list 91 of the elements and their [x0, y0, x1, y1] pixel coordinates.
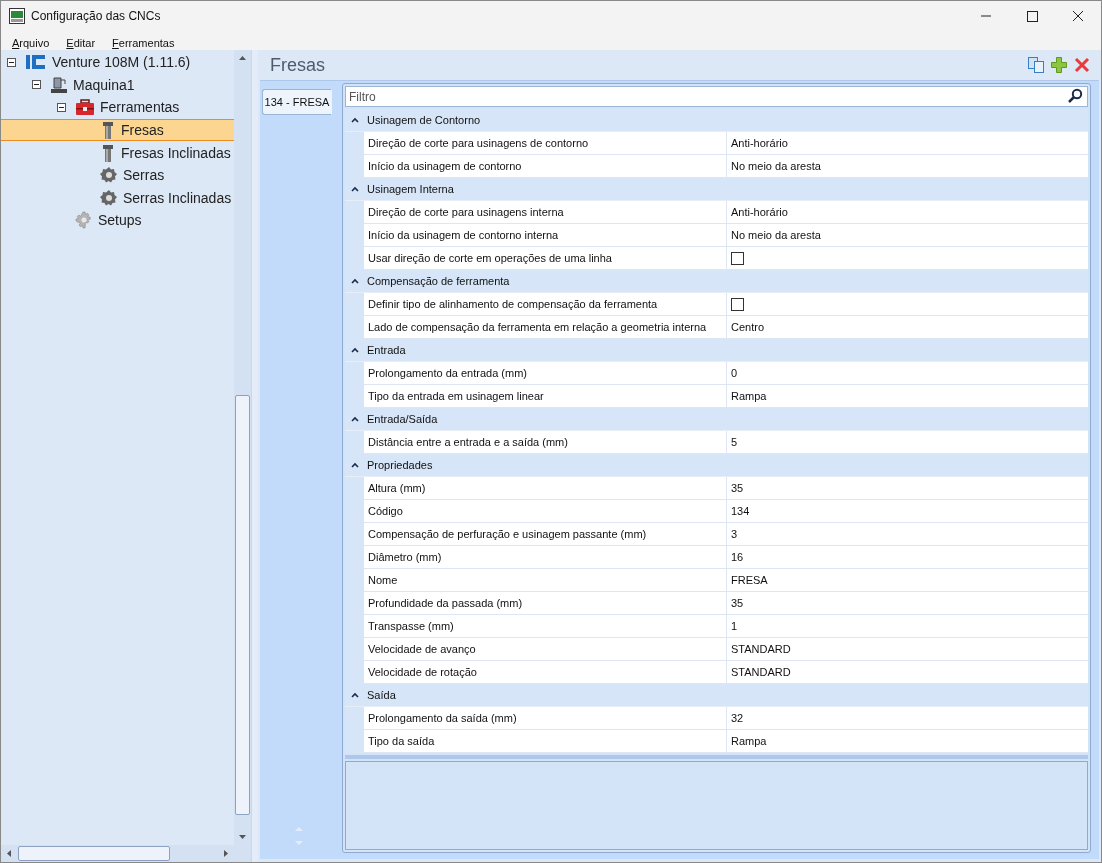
collapse-icon[interactable] — [7, 57, 16, 67]
end-mill-icon — [100, 143, 116, 162]
property-value[interactable]: STANDARD — [731, 666, 791, 678]
property-name: Transpasse (mm) — [364, 615, 727, 637]
collapse-icon[interactable] — [351, 691, 359, 699]
scroll-thumb[interactable] — [18, 846, 170, 861]
tree-item-label[interactable]: Ferramentas — [100, 99, 180, 116]
property-name: Tipo da saída — [364, 730, 727, 752]
property-value[interactable]: 134 — [731, 505, 750, 517]
collapse-icon[interactable] — [351, 415, 359, 423]
delete-icon[interactable] — [1073, 56, 1091, 74]
property-name: Direção de corte para usinagens de contorno — [364, 132, 727, 154]
category-header: Usinagem de Contorno — [367, 114, 481, 126]
property-name: Início da usinagem de contorno interna — [364, 224, 727, 246]
property-name: Direção de corte para usinagens interna — [364, 201, 727, 223]
tree-item-label[interactable]: Serras — [123, 167, 165, 184]
property-name: Prolongamento da saída (mm) — [364, 707, 727, 729]
copy-icon[interactable] — [1027, 56, 1045, 74]
category-header: Usinagem Interna — [367, 183, 454, 195]
category-header: Compensação de ferramenta — [367, 275, 510, 287]
menu-item[interactable]: Ferramentas — [106, 37, 186, 50]
scroll-thumb[interactable] — [235, 395, 250, 815]
saw-blade-icon — [100, 166, 118, 185]
category-header: Entrada — [367, 344, 406, 356]
property-value[interactable]: 32 — [731, 712, 744, 724]
property-value[interactable]: 16 — [731, 551, 744, 563]
property-value[interactable]: Rampa — [731, 390, 767, 402]
end-mill-icon — [100, 121, 116, 140]
collapse-icon[interactable] — [57, 103, 66, 112]
property-value[interactable]: Centro — [731, 321, 765, 333]
property-name: Código — [364, 500, 727, 522]
collapse-icon[interactable] — [351, 277, 359, 285]
machine-icon — [50, 75, 68, 94]
app-icon — [9, 8, 25, 24]
tab[interactable]: 134 - FRESA — [262, 89, 332, 115]
property-name: Tipo da entrada em usinagem linear — [364, 385, 727, 407]
search-icon[interactable] — [1067, 88, 1083, 104]
filter-field[interactable]: Filtro — [345, 86, 1088, 107]
gear-icon — [75, 211, 93, 230]
menu-item[interactable]: Arquivo — [6, 37, 61, 50]
collapse-icon[interactable] — [351, 116, 359, 124]
property-name: Velocidade de avanço — [364, 638, 727, 660]
menu-item[interactable]: Editar — [60, 37, 107, 50]
horizontal-scrollbar[interactable] — [1, 845, 251, 862]
property-name: Início da usinagem de contorno — [364, 155, 727, 177]
tree-item-label[interactable]: Setups — [98, 212, 142, 229]
property-value[interactable]: Rampa — [731, 735, 767, 747]
property-value[interactable]: No meio da aresta — [731, 229, 821, 241]
property-name: Diâmetro (mm) — [364, 546, 727, 568]
category-header: Saída — [367, 689, 396, 701]
property-name: Usar direção de corte em operações de uma linha — [364, 247, 727, 269]
property-name: Velocidade de rotação — [364, 661, 727, 683]
checkbox[interactable] — [731, 251, 744, 265]
tree-item-label[interactable]: Serras Inclinadas — [123, 189, 232, 206]
tree-item[interactable]: Fresas — [1, 118, 234, 142]
window-title: Configuração das CNCs — [31, 9, 161, 23]
property-value[interactable]: FRESA — [731, 574, 768, 586]
property-value[interactable]: 35 — [731, 597, 744, 609]
collapse-icon[interactable] — [351, 185, 359, 193]
checkbox[interactable] — [731, 297, 744, 311]
property-value[interactable]: No meio da aresta — [731, 160, 821, 172]
property-value[interactable]: Anti-horário — [731, 206, 788, 218]
property-name: Altura (mm) — [364, 477, 727, 499]
tree-item-label[interactable]: Maquina1 — [73, 76, 135, 93]
property-name: Distância entre a entrada e a saída (mm) — [364, 431, 727, 453]
property-name: Lado de compensação da ferramenta em relação a geometria interna — [364, 316, 727, 338]
property-name: Nome — [364, 569, 727, 591]
property-name: Compensação de perfuração e usinagem passante (mm) — [364, 523, 727, 545]
property-value[interactable]: STANDARD — [731, 643, 791, 655]
add-icon[interactable] — [1050, 56, 1068, 74]
collapse-icon[interactable] — [351, 461, 359, 469]
property-name: Definir tipo de alinhamento de compensação da ferramenta — [364, 293, 727, 315]
tree-item-label[interactable]: Venture 108M (1.11.6) — [52, 54, 191, 71]
collapse-icon[interactable] — [32, 80, 41, 90]
property-value[interactable]: 1 — [731, 620, 738, 632]
toolbox-icon — [75, 98, 95, 117]
collapse-icon[interactable] — [351, 346, 359, 354]
property-name: Prolongamento da entrada (mm) — [364, 362, 727, 384]
tree-item-label[interactable]: Fresas Inclinadas — [121, 144, 231, 161]
property-value[interactable]: Anti-horário — [731, 137, 788, 149]
property-value[interactable]: 5 — [731, 436, 738, 448]
vertical-scrollbar[interactable] — [234, 50, 251, 845]
property-name: Profundidade da passada (mm) — [364, 592, 727, 614]
property-value[interactable]: 35 — [731, 482, 744, 494]
logo-icon — [25, 53, 47, 72]
panel-title: Fresas — [270, 54, 325, 76]
category-header: Propriedades — [367, 459, 433, 471]
property-value[interactable]: 0 — [731, 367, 738, 379]
category-header: Entrada/Saída — [367, 413, 438, 425]
property-value[interactable]: 3 — [731, 528, 738, 540]
saw-blade-icon — [100, 188, 118, 207]
